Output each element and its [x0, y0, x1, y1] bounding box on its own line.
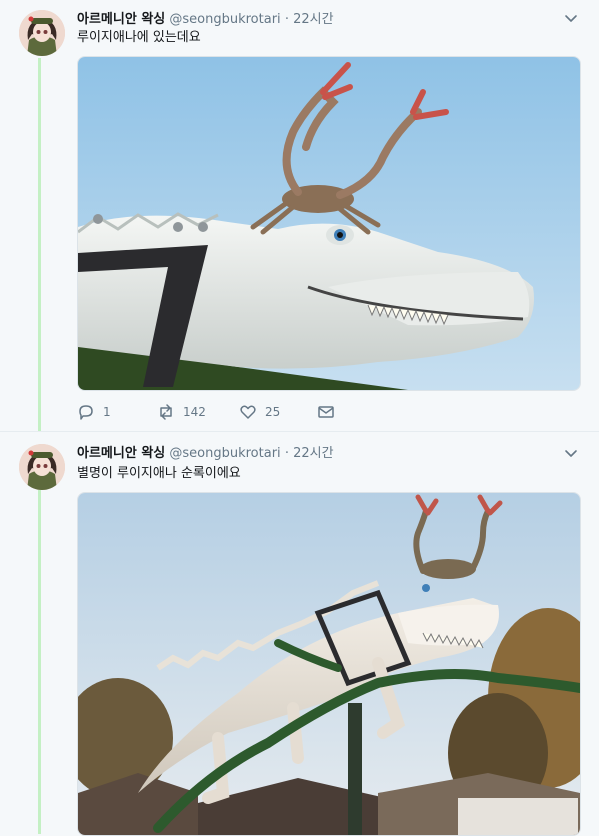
tweet-text: 루이지애나에 있는데요	[77, 30, 201, 45]
separator-dot: ·	[284, 12, 289, 27]
reply-button[interactable]: 1	[77, 402, 111, 422]
thread-line	[38, 490, 41, 834]
reply-count: 1	[103, 405, 111, 419]
author-handle[interactable]: @seongbukrotari	[169, 446, 280, 461]
avatar[interactable]	[19, 444, 65, 490]
chevron-down-icon[interactable]	[563, 445, 579, 461]
tweet-1[interactable]: 아르메니안 왁싱 @seongbukrotari · 22시간 루이지애나에 있…	[0, 0, 599, 431]
envelope-icon	[317, 403, 335, 421]
tweet-photo-alligator-statue-on-pole[interactable]	[77, 492, 581, 836]
direct-message-button[interactable]	[317, 402, 335, 422]
retweet-icon	[157, 403, 175, 421]
retweet-count: 142	[183, 405, 206, 419]
tweet-text: 별명이 루이지애나 순록이에요	[77, 466, 241, 481]
tweet-header: 아르메니안 왁싱 @seongbukrotari · 22시간	[77, 8, 334, 28]
tweet-actions: 1 142 25	[77, 402, 377, 422]
reply-icon	[77, 403, 95, 421]
thread-line	[38, 58, 41, 431]
retweet-button[interactable]: 142	[157, 402, 206, 422]
avatar[interactable]	[19, 10, 65, 56]
separator-dot: ·	[284, 446, 289, 461]
author-name[interactable]: 아르메니안 왁싱	[77, 446, 165, 461]
tweet-timestamp[interactable]: 22시간	[293, 446, 333, 461]
tweet-timestamp[interactable]: 22시간	[293, 12, 333, 27]
heart-icon	[239, 403, 257, 421]
author-name[interactable]: 아르메니안 왁싱	[77, 12, 165, 27]
tweet-2[interactable]: 아르메니안 왁싱 @seongbukrotari · 22시간 별명이 루이지애…	[0, 431, 599, 836]
author-handle[interactable]: @seongbukrotari	[169, 12, 280, 27]
tweet-header: 아르메니안 왁싱 @seongbukrotari · 22시간	[77, 442, 334, 462]
tweet-photo-white-alligator-with-crab[interactable]	[77, 56, 581, 391]
like-count: 25	[265, 405, 281, 419]
chevron-down-icon[interactable]	[563, 10, 579, 26]
like-button[interactable]: 25	[239, 402, 280, 422]
